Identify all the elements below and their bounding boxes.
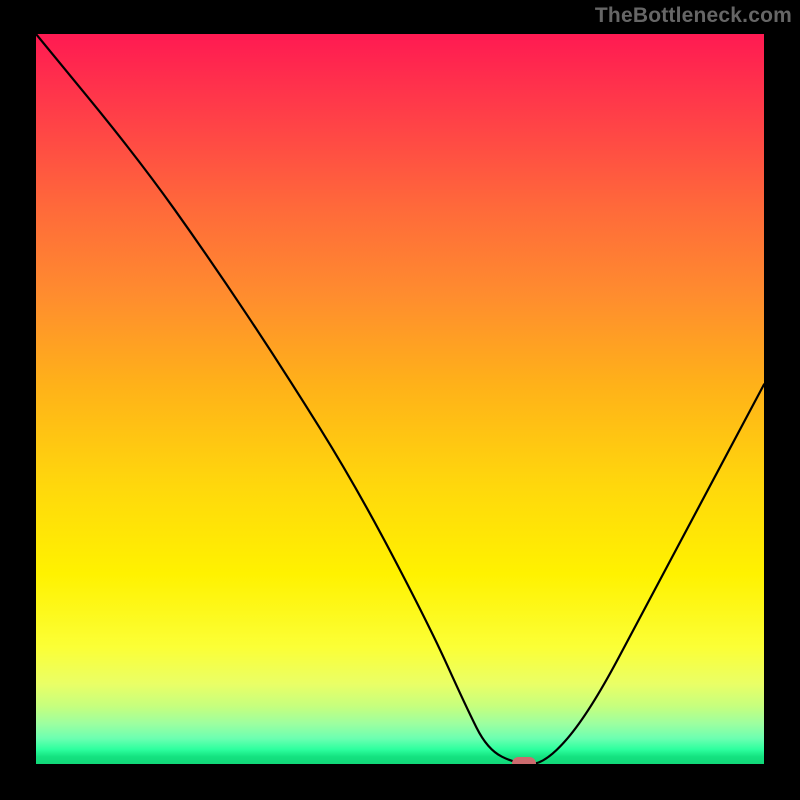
chart-frame: TheBottleneck.com bbox=[0, 0, 800, 800]
watermark-text: TheBottleneck.com bbox=[595, 4, 792, 28]
curve-path bbox=[36, 34, 764, 764]
bottleneck-curve bbox=[36, 34, 764, 764]
plot-area bbox=[36, 34, 764, 764]
optimal-marker bbox=[512, 757, 536, 764]
